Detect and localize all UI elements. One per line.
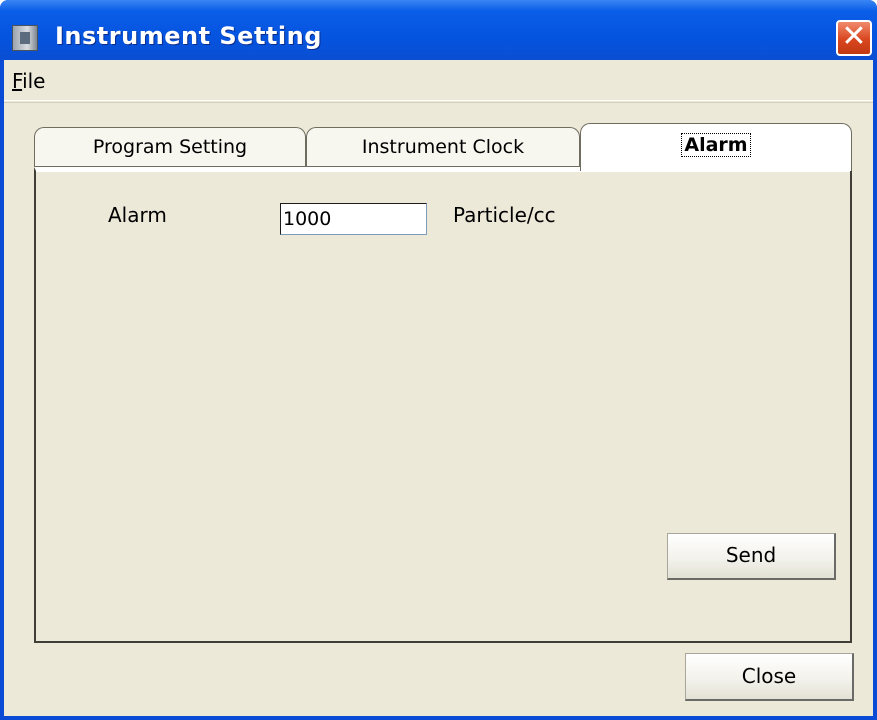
tab-program-setting-label: Program Setting [92,136,248,158]
client-area: File Program Setting Instrument Clock Al… [4,60,873,720]
menu-file-mnemonic: F [12,69,23,93]
menu-file[interactable]: File [12,69,45,93]
tab-program-setting[interactable]: Program Setting [34,127,306,167]
window-title: Instrument Setting [55,22,322,50]
menu-bar: File [4,60,873,101]
tab-alarm[interactable]: Alarm [580,123,852,171]
title-bar[interactable]: Instrument Setting ✕ [0,0,877,60]
menu-separator [4,102,873,103]
tab-instrument-clock[interactable]: Instrument Clock [306,127,580,167]
alarm-label: Alarm [108,203,167,227]
menu-file-label: ile [22,69,46,93]
close-button[interactable]: Close [685,653,854,701]
alarm-input[interactable] [280,203,427,235]
tab-alarm-label: Alarm [681,133,751,157]
window-right-border [873,60,877,720]
send-button[interactable]: Send [667,533,836,580]
close-x-icon[interactable]: ✕ [836,20,872,56]
app-icon[interactable] [12,25,38,51]
instrument-setting-window: Instrument Setting ✕ File Program Settin… [0,0,877,720]
window-bottom-border [0,716,877,720]
alarm-unit-label: Particle/cc [453,203,556,227]
tab-instrument-clock-label: Instrument Clock [361,136,525,158]
